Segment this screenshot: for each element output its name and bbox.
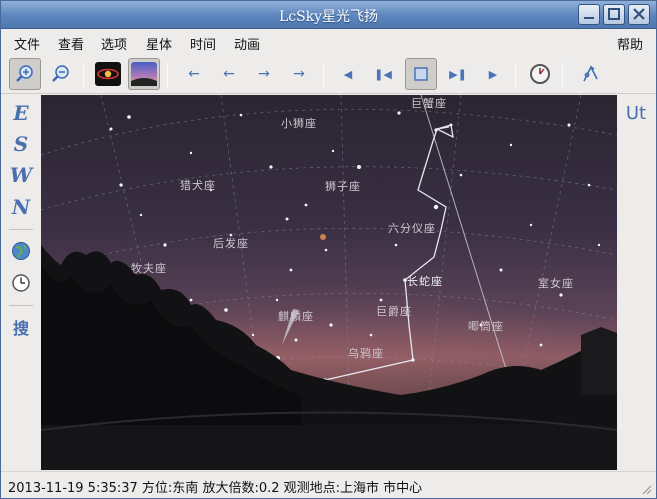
menu-help[interactable]: 帮助 bbox=[617, 34, 643, 53]
ground bbox=[41, 425, 617, 470]
pan-left-button[interactable]: ← bbox=[213, 58, 245, 90]
menu-bar: 文件 查看 选项 星体 时间 动画 帮助 bbox=[1, 30, 656, 54]
constellation-label: 牧夫座 bbox=[131, 262, 167, 275]
look-north-button[interactable]: N bbox=[7, 193, 35, 221]
app-window: LcSky星光飞扬 文件 查看 选项 星体 时间 动画 帮助 ← ← → → ◀… bbox=[0, 0, 657, 499]
zoom-in-button[interactable] bbox=[9, 58, 41, 90]
constellation-label: 狮子座 bbox=[325, 180, 361, 193]
zoom-in-icon bbox=[16, 65, 33, 82]
building-silhouette bbox=[581, 327, 617, 395]
toolbar-separator bbox=[83, 62, 84, 88]
planet-marker bbox=[320, 234, 326, 240]
rewind-button[interactable]: ◀ bbox=[332, 58, 364, 90]
clock-icon bbox=[530, 64, 550, 84]
clock-icon bbox=[12, 274, 30, 292]
constellation-label: 长蛇座 bbox=[407, 275, 443, 288]
arrow-left-icon: ← bbox=[223, 66, 235, 82]
right-sidebar: Ut bbox=[617, 95, 656, 470]
time-setting-button[interactable] bbox=[7, 269, 35, 297]
constellation-label: 后发座 bbox=[213, 237, 249, 250]
sky-map bbox=[41, 95, 617, 470]
search-button[interactable]: 搜 bbox=[7, 313, 35, 341]
constellation-label: 室女座 bbox=[538, 277, 574, 290]
step-forward-button[interactable]: ▶❚ bbox=[442, 58, 474, 90]
sidebar-separator bbox=[9, 229, 33, 230]
constellation-label: 巨爵座 bbox=[376, 305, 412, 318]
toolbar: ← ← → → ◀ ❚◀ ▶❚ ▶ bbox=[1, 54, 656, 94]
toolbar-separator bbox=[515, 62, 516, 88]
pan-right-button[interactable]: → bbox=[248, 58, 280, 90]
atmosphere-icon bbox=[131, 62, 157, 86]
menu-options[interactable]: 选项 bbox=[101, 34, 127, 53]
location-button[interactable] bbox=[7, 237, 35, 265]
sidebar-separator bbox=[9, 305, 33, 306]
step-forward-icon: ▶❚ bbox=[449, 67, 467, 81]
fast-forward-button[interactable]: ▶ bbox=[477, 58, 509, 90]
constellation-label: 巨蟹座 bbox=[411, 97, 447, 110]
minimize-icon bbox=[584, 17, 594, 19]
compass-icon bbox=[583, 65, 598, 82]
pan-left-fast-button[interactable]: ← bbox=[178, 58, 210, 90]
solar-system-button[interactable] bbox=[92, 58, 124, 90]
menu-animation[interactable]: 动画 bbox=[234, 34, 260, 53]
arrow-right-icon: → bbox=[293, 66, 305, 82]
maximize-icon bbox=[608, 8, 620, 20]
realtime-button[interactable] bbox=[524, 58, 556, 90]
look-east-button[interactable]: E bbox=[7, 99, 35, 127]
minimize-button[interactable] bbox=[578, 4, 600, 25]
universal-time-button[interactable]: Ut bbox=[622, 99, 650, 127]
menu-objects[interactable]: 星体 bbox=[146, 34, 172, 53]
toolbar-separator bbox=[562, 62, 563, 88]
toolbar-separator bbox=[323, 62, 324, 88]
solar-system-icon bbox=[95, 62, 121, 86]
menu-file[interactable]: 文件 bbox=[14, 34, 40, 53]
zoom-out-icon bbox=[52, 65, 69, 82]
title-bar[interactable]: LcSky星光飞扬 bbox=[1, 1, 656, 29]
status-text: 2013-11-19 5:35:37 方位:东南 放大倍数:0.2 观测地点:上… bbox=[8, 481, 423, 496]
status-bar: 2013-11-19 5:35:37 方位:东南 放大倍数:0.2 观测地点:上… bbox=[1, 471, 656, 498]
direction-sidebar: E S W N 搜 bbox=[1, 95, 41, 470]
constellation-label: 六分仪座 bbox=[388, 222, 436, 235]
close-icon bbox=[633, 8, 645, 20]
globe-icon bbox=[12, 242, 30, 260]
stop-icon bbox=[414, 67, 428, 81]
maximize-button[interactable] bbox=[603, 4, 625, 25]
rewind-icon: ◀ bbox=[343, 67, 353, 81]
zoom-out-button[interactable] bbox=[45, 58, 77, 90]
look-south-button[interactable]: S bbox=[7, 130, 35, 158]
menu-time[interactable]: 时间 bbox=[190, 34, 216, 53]
resize-grip-icon[interactable] bbox=[640, 483, 652, 495]
look-west-button[interactable]: W bbox=[7, 161, 35, 189]
constellation-label: 小狮座 bbox=[281, 117, 317, 130]
stop-button[interactable] bbox=[405, 58, 437, 90]
step-back-button[interactable]: ❚◀ bbox=[367, 58, 399, 90]
pan-right-fast-button[interactable]: → bbox=[283, 58, 315, 90]
constellation-label: 麒麟座 bbox=[278, 310, 314, 323]
menu-view[interactable]: 查看 bbox=[58, 34, 84, 53]
arrow-right-icon: → bbox=[258, 66, 270, 82]
sky-view[interactable]: 巨蟹座 小狮座 猎犬座 狮子座 后发座 六分仪座 长蛇座 巨爵座 室女座 乌鸦座… bbox=[41, 95, 617, 470]
constellation-label: 乌鸦座 bbox=[348, 347, 384, 360]
fast-forward-icon: ▶ bbox=[488, 67, 498, 81]
step-back-icon: ❚◀ bbox=[374, 67, 392, 81]
atmosphere-button[interactable] bbox=[128, 58, 160, 90]
constellation-label: 猎犬座 bbox=[180, 179, 216, 192]
toolbar-separator bbox=[167, 62, 168, 88]
close-button[interactable] bbox=[628, 4, 650, 25]
measure-button[interactable] bbox=[574, 58, 606, 90]
arrow-left-icon: ← bbox=[188, 66, 200, 82]
window-title: LcSky星光飞扬 bbox=[278, 9, 379, 25]
constellation-label: 唧筒座 bbox=[468, 320, 504, 333]
